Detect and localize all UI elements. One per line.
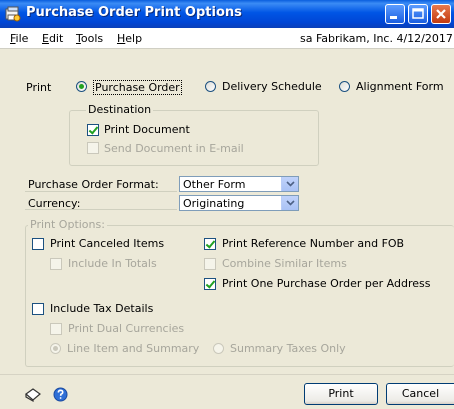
minimize-button[interactable] bbox=[385, 4, 405, 24]
radio-delivery-schedule-label[interactable]: Delivery Schedule bbox=[222, 80, 322, 93]
menu-edit[interactable]: Edit bbox=[42, 32, 63, 45]
note-icon[interactable] bbox=[24, 388, 42, 402]
destination-title: Destination bbox=[86, 103, 154, 116]
menu-edit-mnemonic: E bbox=[42, 32, 49, 45]
currency-value: Originating bbox=[183, 197, 245, 210]
one-po-per-address-checkbox[interactable] bbox=[204, 278, 216, 290]
format-underline bbox=[25, 191, 177, 192]
maximize-button[interactable] bbox=[408, 4, 428, 24]
dual-currencies-label: Print Dual Currencies bbox=[68, 322, 185, 335]
close-button[interactable] bbox=[431, 4, 451, 24]
menu-help-label: elp bbox=[125, 32, 143, 45]
combine-similar-label: Combine Similar Items bbox=[222, 257, 347, 270]
po-format-select[interactable]: Other Form bbox=[179, 176, 299, 192]
po-format-value: Other Form bbox=[183, 178, 246, 191]
cancel-button[interactable]: Cancel bbox=[386, 383, 454, 405]
po-format-dropdown-button[interactable] bbox=[281, 177, 298, 191]
maximize-icon bbox=[412, 8, 424, 19]
print-ref-fob-label[interactable]: Print Reference Number and FOB bbox=[222, 237, 404, 250]
close-icon bbox=[436, 9, 446, 19]
minimize-icon bbox=[390, 16, 397, 19]
bottom-bar: Print Cancel bbox=[0, 374, 454, 409]
include-tax-checkbox[interactable] bbox=[32, 303, 44, 315]
include-totals-label: Include In Totals bbox=[68, 257, 157, 270]
print-document-label[interactable]: Print Document bbox=[104, 123, 190, 136]
print-ref-fob-checkbox[interactable] bbox=[204, 238, 216, 250]
print-options-window: Purchase Order Print Options File Edit T… bbox=[0, 0, 454, 409]
print-canceled-label[interactable]: Print Canceled Items bbox=[50, 237, 164, 250]
send-email-label: Send Document in E-mail bbox=[104, 142, 244, 155]
currency-dropdown-button[interactable] bbox=[281, 196, 298, 210]
menu-help[interactable]: Help bbox=[117, 32, 142, 45]
destination-group bbox=[69, 110, 319, 166]
window-icon bbox=[5, 6, 21, 22]
send-email-checkbox[interactable] bbox=[87, 142, 99, 154]
radio-alignment-form[interactable] bbox=[339, 81, 350, 92]
user-company-date: sa Fabrikam, Inc. 4/12/2017 bbox=[300, 32, 453, 45]
menu-file-label: ile bbox=[15, 32, 29, 45]
print-document-checkbox[interactable] bbox=[87, 124, 99, 136]
radio-delivery-schedule[interactable] bbox=[205, 81, 216, 92]
radio-purchase-order[interactable] bbox=[76, 81, 87, 92]
print-options-title: Print Options: bbox=[28, 218, 107, 231]
one-po-per-address-label[interactable]: Print One Purchase Order per Address bbox=[222, 277, 430, 290]
include-tax-label[interactable]: Include Tax Details bbox=[50, 302, 153, 315]
radio-line-item-summary[interactable] bbox=[50, 343, 61, 354]
menu-file[interactable]: File bbox=[10, 32, 28, 45]
include-totals-checkbox[interactable] bbox=[50, 258, 62, 270]
radio-purchase-order-label[interactable]: Purchase Order bbox=[93, 80, 182, 95]
menu-bar: File Edit Tools Help sa Fabrikam, Inc. 4… bbox=[0, 28, 454, 49]
radio-summary-taxes-only[interactable] bbox=[213, 343, 224, 354]
menu-edit-label: dit bbox=[48, 32, 64, 45]
currency-label: Currency: bbox=[28, 197, 81, 210]
combine-similar-checkbox[interactable] bbox=[204, 258, 216, 270]
help-icon[interactable] bbox=[53, 387, 68, 402]
po-format-label: Purchase Order Format: bbox=[28, 178, 159, 191]
currency-select[interactable]: Originating bbox=[179, 195, 299, 211]
dual-currencies-checkbox[interactable] bbox=[50, 323, 62, 335]
chevron-down-icon bbox=[286, 200, 295, 206]
print-button[interactable]: Print bbox=[304, 383, 378, 405]
menu-tools[interactable]: Tools bbox=[76, 32, 103, 45]
radio-alignment-form-label[interactable]: Alignment Form bbox=[356, 80, 444, 93]
line-item-summary-label: Line Item and Summary bbox=[67, 342, 200, 355]
summary-taxes-only-label: Summary Taxes Only bbox=[230, 342, 346, 355]
print-canceled-checkbox[interactable] bbox=[32, 238, 44, 250]
menu-tools-label: ools bbox=[80, 32, 104, 45]
print-label: Print bbox=[26, 81, 52, 94]
chevron-down-icon bbox=[286, 181, 295, 187]
title-bar[interactable]: Purchase Order Print Options bbox=[0, 0, 454, 28]
window-title: Purchase Order Print Options bbox=[26, 5, 242, 20]
